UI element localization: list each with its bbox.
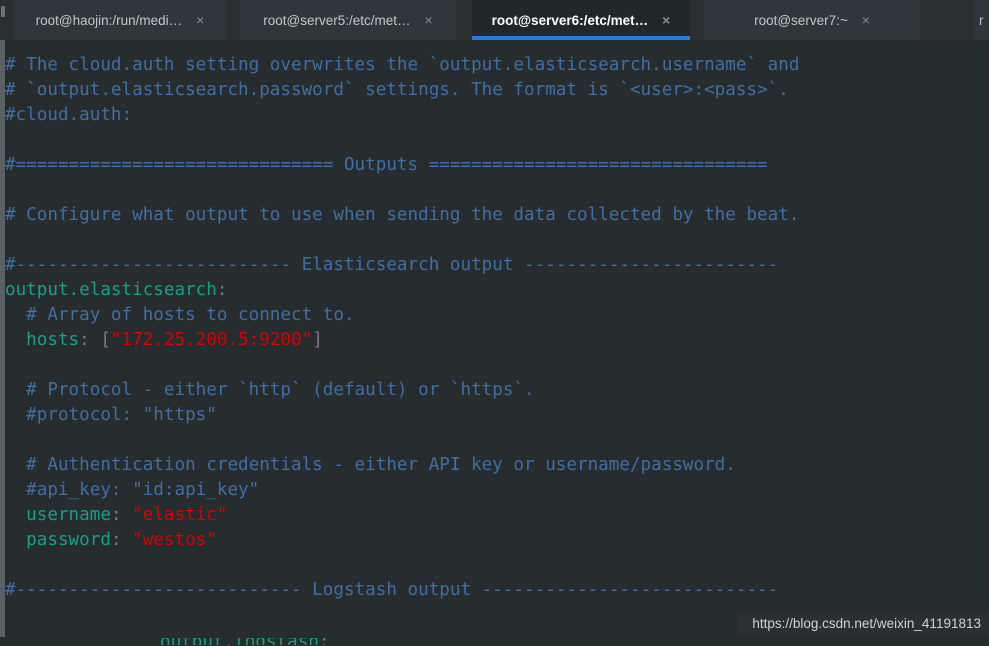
editor-line: #api_key: "id:api_key" <box>5 478 989 503</box>
editor-line: #--------------------------- Logstash ou… <box>5 578 989 603</box>
clipped-next-line: output.logstash: <box>160 638 560 645</box>
editor-token: # The cloud.auth setting overwrites the … <box>5 55 800 75</box>
tab-label: r <box>979 12 984 28</box>
tab-label: root@server6:/etc/met… <box>491 12 649 28</box>
editor-token: #--------------------------- Logstash ou… <box>5 580 779 600</box>
editor-token: "westos" <box>132 530 217 550</box>
editor-line: # Array of hosts to connect to. <box>5 303 989 328</box>
editor-token: #api_key: "id:api_key" <box>5 480 260 500</box>
terminal-pane[interactable]: # The cloud.auth setting overwrites the … <box>0 40 989 646</box>
editor-token: username <box>5 505 111 525</box>
editor-line: # The cloud.auth setting overwrites the … <box>5 53 989 78</box>
tab-close-icon[interactable]: × <box>196 13 204 27</box>
editor-token: "172.25.200.5:9200" <box>110 330 313 350</box>
editor-token: output.elasticsearch <box>5 280 217 300</box>
tabbar-left-handle[interactable] <box>0 0 8 40</box>
tab-root-haojin[interactable]: root@haojin:/run/medi… × <box>14 0 226 40</box>
watermark-url: https://blog.csdn.net/weixin_41191813 <box>738 612 989 636</box>
editor-token: #============================== Outputs … <box>5 155 768 175</box>
editor-token: hosts <box>5 330 80 350</box>
editor-token: #protocol: "https" <box>5 405 217 425</box>
editor-line: # Protocol - either `http` (default) or … <box>5 378 989 403</box>
tab-overflow-partial[interactable]: r <box>974 0 989 40</box>
tab-close-icon[interactable]: × <box>862 13 870 27</box>
editor-line: # Configure what output to use when send… <box>5 203 989 228</box>
tab-label: root@server7:~ <box>754 12 848 28</box>
editor-token: # Array of hosts to connect to. <box>5 305 355 325</box>
terminal-window: root@haojin:/run/medi… × root@server5:/e… <box>0 0 989 646</box>
tab-close-icon[interactable]: × <box>662 13 670 27</box>
editor-line: #-------------------------- Elasticsearc… <box>5 253 989 278</box>
tab-root-server7[interactable]: root@server7:~ × <box>704 0 920 40</box>
editor-token: : <box>110 505 133 525</box>
editor-line: #============================== Outputs … <box>5 153 989 178</box>
tab-root-server6[interactable]: root@server6:/etc/met… × <box>472 0 690 40</box>
editor-line: #protocol: "https" <box>5 403 989 428</box>
tab-label: root@haojin:/run/medi… <box>35 12 183 28</box>
tab-bar: root@haojin:/run/medi… × root@server5:/e… <box>0 0 989 40</box>
editor-token: : <box>110 530 133 550</box>
tab-root-server5[interactable]: root@server5:/etc/met… × <box>240 0 456 40</box>
editor-text-area[interactable]: # The cloud.auth setting overwrites the … <box>5 40 989 610</box>
editor-line: #cloud.auth: <box>5 103 989 128</box>
editor-token: [ <box>100 330 111 350</box>
editor-token: # Configure what output to use when send… <box>5 205 800 225</box>
editor-token: password <box>5 530 111 550</box>
editor-line: hosts: ["172.25.200.5:9200"] <box>5 328 989 353</box>
editor-line: password: "westos" <box>5 528 989 553</box>
editor-token: # Authentication credentials - either AP… <box>5 455 736 475</box>
editor-token: # `output.elasticsearch.password` settin… <box>5 80 789 100</box>
editor-token: # Protocol - either `http` (default) or … <box>5 380 535 400</box>
editor-token: "elastic" <box>132 505 228 525</box>
editor-line: output.elasticsearch: <box>5 278 989 303</box>
editor-token: : <box>216 280 228 300</box>
editor-token: #cloud.auth: <box>5 105 133 125</box>
editor-token: #-------------------------- Elasticsearc… <box>5 255 779 275</box>
tab-close-icon[interactable]: × <box>425 13 433 27</box>
editor-token: ] <box>312 330 323 350</box>
editor-line: # `output.elasticsearch.password` settin… <box>5 78 989 103</box>
editor-token: : <box>79 330 101 350</box>
editor-line: # Authentication credentials - either AP… <box>5 453 989 478</box>
tab-label: root@server5:/etc/met… <box>263 12 411 28</box>
editor-line: username: "elastic" <box>5 503 989 528</box>
